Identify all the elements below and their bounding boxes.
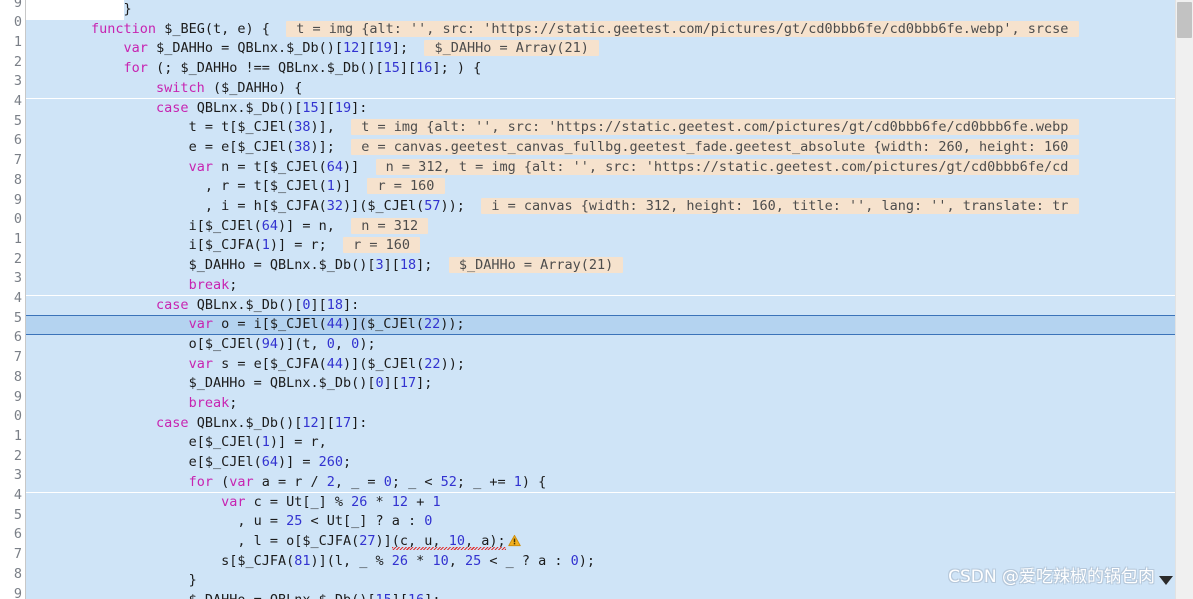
code-line[interactable]: o[$_CJEl(94)](t, 0, 0); — [26, 335, 376, 355]
code-line-background — [123, 0, 1176, 20]
line-number: 5 — [13, 112, 22, 129]
line-number: 6 — [13, 329, 22, 346]
inline-debug-value: $_DAHHo = Array(21) — [424, 40, 600, 57]
line-number: 2 — [13, 447, 22, 464]
inline-debug-value: i = canvas {width: 312, height: 160, tit… — [481, 198, 1079, 214]
code-line[interactable]: for (; $_DAHHo !== QBLnx.$_Db()[15][16];… — [26, 59, 482, 79]
line-number: 2 — [13, 250, 22, 267]
text-selection: ( — [358, 316, 368, 333]
code-line[interactable]: case QBLnx.$_Db()[0][18]: — [26, 296, 359, 316]
code-line[interactable]: var n = t[$_CJEl(64)] n = 312, t = img {… — [26, 158, 1079, 178]
line-number: 6 — [13, 526, 22, 543]
line-number: 9 — [13, 0, 22, 11]
code-line[interactable]: i[$_CJEl(64)] = n, n = 312 — [26, 217, 429, 237]
code-line[interactable]: var o = i[$_CJEl(44)]($_CJEl(22)); — [26, 315, 465, 335]
line-number: 8 — [13, 368, 22, 385]
code-line[interactable]: , u = 25 < Ut[_] ? a : 0 — [26, 512, 432, 532]
inline-debug-value: $_DAHHo = Array(21) — [448, 257, 624, 274]
inline-debug-value: r = 160 — [343, 237, 421, 254]
line-number: 6 — [13, 132, 22, 149]
line-number: 0 — [13, 14, 22, 31]
code-line[interactable]: switch ($_DAHHo) { — [26, 79, 302, 99]
code-line[interactable]: i[$_CJFA(1)] = r; r = 160 — [26, 236, 421, 256]
line-number-gutter: 9 0 1 2 3 4 5 6 7 8 9 0 1 2 3 4 5 6 7 8 9 0 1 2 3 4 5 6 7 8 9 — [0, 0, 26, 599]
line-number: 9 — [13, 191, 22, 208]
vertical-scrollbar[interactable] — [1175, 0, 1193, 599]
code-line[interactable]: break; — [26, 276, 238, 296]
line-number: 0 — [13, 211, 22, 228]
line-number: 3 — [13, 270, 22, 287]
code-line[interactable]: , i = h[$_CJFA(32)]($_CJEl(57)); i = can… — [26, 197, 1079, 217]
line-number: 9 — [13, 585, 22, 599]
inline-debug-value: t = img {alt: '', src: 'https://static.g… — [351, 119, 1079, 136]
line-number: 4 — [13, 93, 22, 109]
error-squiggle: (c, u, 10, a); — [391, 532, 506, 550]
code-viewport[interactable]: } function $_BEG(t, e) { t = img {alt: '… — [26, 0, 1176, 599]
code-line[interactable]: e[$_CJEl(1)] = r, — [26, 433, 327, 453]
inline-debug-value: n = 312 — [351, 217, 429, 234]
line-number: 2 — [13, 53, 22, 70]
line-number: 5 — [13, 309, 22, 326]
line-number: 1 — [13, 230, 22, 247]
code-line[interactable]: var $_DAHHo = QBLnx.$_Db()[12][19]; $_DA… — [26, 39, 600, 59]
inline-debug-value: e = canvas.geetest_canvas_fullbg.geetest… — [351, 138, 1079, 155]
code-line[interactable]: e[$_CJEl(64)] = 260; — [26, 453, 352, 473]
code-line[interactable]: var s = e[$_CJFA(44)]($_CJEl(22)); — [26, 355, 465, 375]
code-line[interactable]: t = t[$_CJEl(38)], t = img {alt: '', src… — [26, 118, 1079, 138]
code-line[interactable]: break; — [26, 394, 238, 414]
dropdown-caret-icon — [1159, 576, 1173, 585]
line-number: 7 — [13, 349, 22, 366]
line-number: 1 — [13, 427, 22, 444]
inline-debug-value: n = 312, t = img {alt: '', src: 'https:/… — [375, 158, 1079, 175]
line-number: 3 — [13, 73, 22, 90]
code-line[interactable]: case QBLnx.$_Db()[12][17]: — [26, 414, 367, 434]
scrollbar-thumb[interactable] — [1177, 2, 1192, 38]
line-number: 4 — [13, 290, 22, 306]
code-line[interactable]: for (var a = r / 2, _ = 0; _ < 52; _ += … — [26, 473, 547, 493]
line-number: 8 — [13, 171, 22, 188]
line-number: 0 — [13, 408, 22, 425]
warning-icon — [507, 534, 521, 546]
line-number: 7 — [13, 152, 22, 169]
code-line[interactable]: case QBLnx.$_Db()[15][19]: — [26, 99, 367, 119]
line-number: 3 — [13, 467, 22, 484]
code-line[interactable]: s[$_CJFA(81)](l, _ % 26 * 10, 25 < _ ? a… — [26, 552, 595, 572]
code-line[interactable]: var c = Ut[_] % 26 * 12 + 1 — [26, 493, 441, 513]
code-line[interactable]: $_DAHHo = QBLnx.$_Db()[15][16]; — [26, 591, 441, 599]
code-line[interactable]: $_DAHHo = QBLnx.$_Db()[3][18]; $_DAHHo =… — [26, 256, 624, 276]
code-line[interactable]: , l = o[$_CJFA(27)](c, u, 10, a); — [26, 532, 521, 552]
code-line[interactable]: } — [26, 571, 197, 591]
inline-debug-value: t = img {alt: '', src: 'https://static.g… — [286, 20, 1079, 37]
line-number: 9 — [13, 388, 22, 405]
code-line[interactable]: function $_BEG(t, e) { t = img {alt: '',… — [26, 20, 1079, 40]
code-line[interactable]: } — [26, 0, 132, 20]
line-number: 5 — [13, 506, 22, 523]
line-number: 7 — [13, 546, 22, 563]
inline-debug-value: r = 160 — [367, 178, 445, 195]
code-line[interactable]: , r = t[$_CJEl(1)] r = 160 — [26, 177, 445, 197]
line-number: 1 — [13, 33, 22, 50]
code-line-background — [26, 571, 1176, 591]
code-editor[interactable]: 9 0 1 2 3 4 5 6 7 8 9 0 1 2 3 4 5 6 7 8 9 0 1 2 3 4 5 6 7 8 9 } functi… — [0, 0, 1193, 599]
line-number: 4 — [13, 487, 22, 503]
line-number: 8 — [13, 565, 22, 582]
code-line[interactable]: e = e[$_CJEl(38)]; e = canvas.geetest_ca… — [26, 138, 1079, 158]
code-line[interactable]: $_DAHHo = QBLnx.$_Db()[0][17]; — [26, 374, 433, 394]
